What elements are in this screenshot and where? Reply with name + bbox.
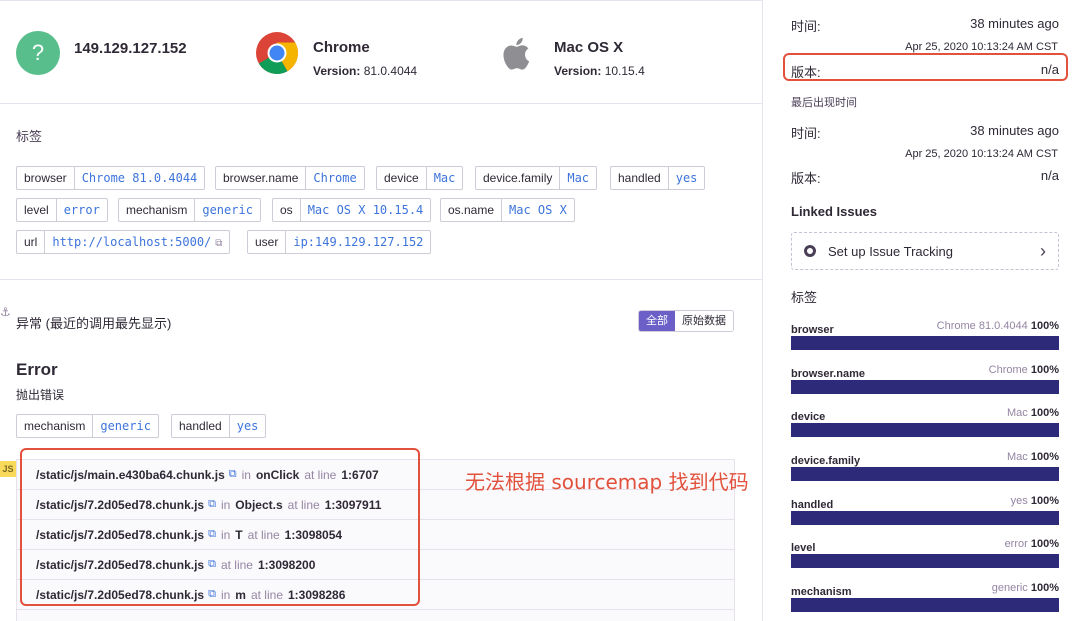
os-name: Mac OS X [554,39,624,56]
annotation-text: 无法根据 sourcemap 找到代码 [465,470,749,494]
event-main-panel: ? 149.129.127.152 Chrome Version: 81.0.4… [0,0,763,621]
tag-distribution-browser[interactable]: browser Chrome 81.0.4044 100% [791,320,1059,350]
event-context-header: ? 149.129.127.152 Chrome Version: 81.0.4… [0,0,762,104]
exception-heading: 异常 (最近的调用最先显示) [16,316,172,331]
tag-browser-name[interactable]: browser.name Chrome [215,166,365,190]
external-link-icon[interactable]: ⧉ [215,238,222,249]
last-seen-heading: 最后出现时间 [791,97,857,109]
platform-badge: JS [0,461,16,477]
stacktrace-view-toggle: 全部 原始数据 [638,310,734,332]
exception-tag-handled[interactable]: handled yes [171,414,267,438]
first-seen-date: Apr 25, 2020 10:13:24 AM CST [905,41,1058,53]
tag-os[interactable]: os Mac OS X 10.15.4 [272,198,432,222]
tag-device-family[interactable]: device.family Mac [475,166,598,190]
last-seen-time: 时间: 38 minutes ago [791,123,1059,141]
raw-view-button[interactable]: 原始数据 [675,311,733,331]
first-seen-time: 时间: 38 minutes ago [791,16,1059,34]
chrome-icon [256,32,299,75]
browser-version: 81.0.4044 [363,64,418,78]
event-sidebar: 时间: 38 minutes ago Apr 25, 2020 10:13:24 … [764,0,1080,621]
context-os: Mac OS X Version: 10.15.4 [496,31,645,78]
tags-section: 标签 browser Chrome 81.0.4044 browser.name C… [0,104,762,280]
tag-level[interactable]: level error [16,198,108,222]
anchor-icon[interactable]: ⚓ [0,305,11,319]
stack-frame-partial[interactable] [17,610,734,621]
linked-issues-heading: Linked Issues [791,204,877,219]
tag-mechanism[interactable]: mechanism generic [118,198,261,222]
tag-url[interactable]: url http://localhost:5000/⧉ [16,230,231,254]
annotation-highlight-box [20,448,420,606]
release-highlight-box [783,53,1068,81]
full-view-button[interactable]: 全部 [639,311,675,331]
tag-handled[interactable]: handled yes [610,166,706,190]
unknown-user-icon: ? [16,31,60,75]
tag-os-name[interactable]: os.name Mac OS X [440,198,575,222]
exception-tag-mechanism[interactable]: mechanism generic [16,414,159,438]
tag-distribution-mechanism[interactable]: mechanism generic 100% [791,582,1059,612]
chevron-right-icon: › [1040,241,1046,261]
issue-tracking-icon [804,245,816,257]
tag-distribution-handled[interactable]: handled yes 100% [791,495,1059,525]
tag-distribution-device-family[interactable]: device.family Mac 100% [791,451,1059,481]
tag-user[interactable]: user ip:149.129.127.152 [247,230,432,254]
tags-heading: 标签 [16,129,43,144]
tag-device[interactable]: device Mac [376,166,464,190]
tag-distribution-heading: 标签 [791,290,818,305]
os-version: 10.15.4 [604,64,645,78]
last-seen-release: 版本: n/a [791,168,1059,186]
setup-issue-tracking-button[interactable]: Set up Issue Tracking › [791,232,1059,270]
apple-icon [503,37,530,70]
tag-browser[interactable]: browser Chrome 81.0.4044 [16,166,206,190]
user-ip: 149.129.127.152 [74,40,187,57]
exception-type: Error [16,360,58,379]
context-browser: Chrome Version: 81.0.4044 [255,31,417,78]
tag-distribution-level[interactable]: level error 100% [791,538,1059,568]
exception-message: 抛出错误 [16,388,65,402]
context-user: ? 149.129.127.152 [16,31,187,75]
last-seen-date: Apr 25, 2020 10:13:24 AM CST [905,148,1058,160]
browser-name: Chrome [313,39,370,56]
tag-distribution-browser-name[interactable]: browser.name Chrome 100% [791,364,1059,394]
tag-distribution-device[interactable]: device Mac 100% [791,407,1059,437]
